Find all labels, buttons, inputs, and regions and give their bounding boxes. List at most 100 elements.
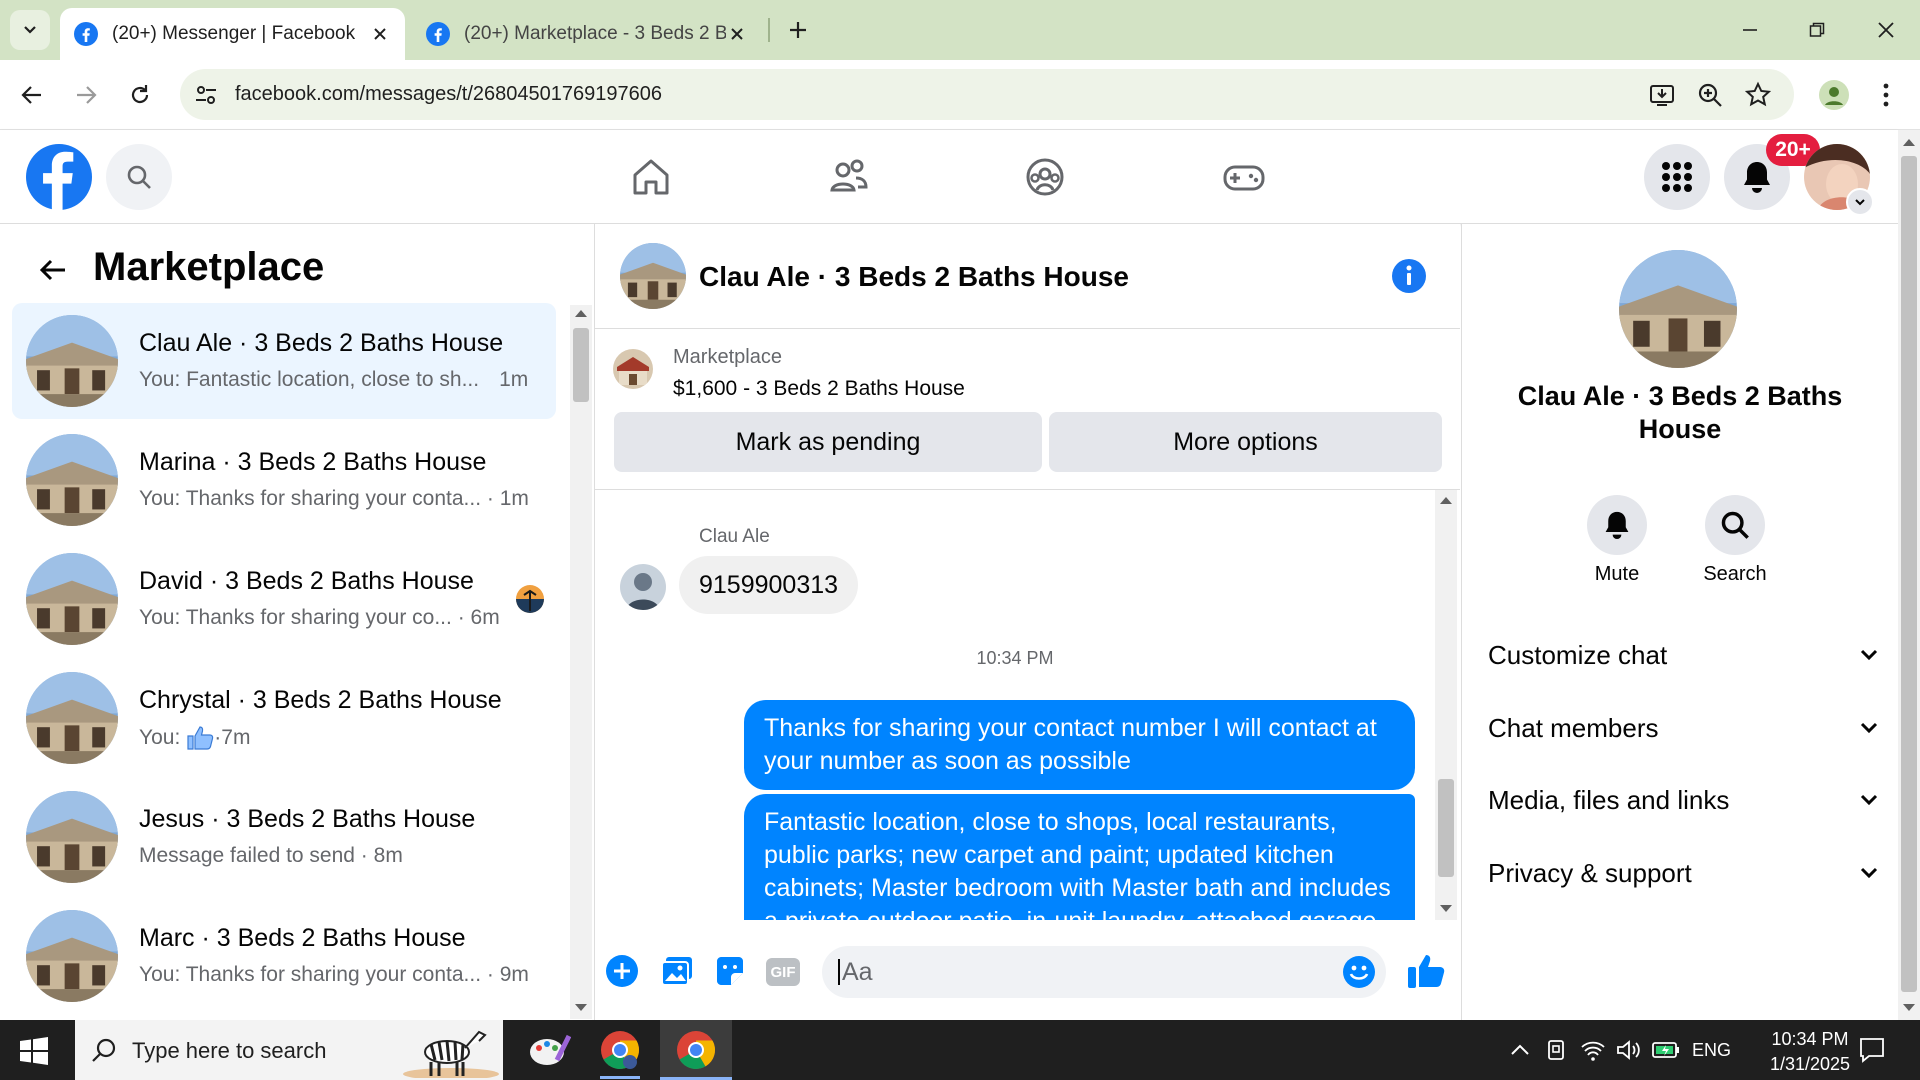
facebook-search-button[interactable] (106, 144, 172, 210)
chevron-down-icon (24, 26, 36, 34)
battery-icon[interactable] (1652, 1040, 1680, 1060)
start-button[interactable] (20, 1037, 48, 1065)
scroll-up-arrow-icon[interactable] (1903, 139, 1915, 146)
arrow-right-icon (77, 86, 97, 104)
listing-thumbnail[interactable] (613, 349, 653, 389)
conversation-item[interactable]: Clau Ale · 3 Beds 2 Baths House You: Fan… (12, 303, 556, 419)
incoming-message-bubble[interactable]: 9159900313 (679, 556, 859, 614)
more-options-button[interactable]: More options (1049, 412, 1442, 472)
nav-groups[interactable] (1024, 156, 1066, 198)
minimize-window-button[interactable] (1730, 14, 1770, 46)
facebook-favicon-icon (426, 22, 450, 46)
listing-price-title[interactable]: $1,600 - 3 Beds 2 Baths House (673, 377, 965, 401)
conversation-preview: You: Fantastic location, close to sh... 1… (139, 368, 529, 391)
meet-now-icon[interactable] (1544, 1038, 1568, 1062)
url-text: facebook.com/messages/t/2680450176919760… (235, 83, 662, 105)
taskbar-chrome-profile[interactable] (600, 1030, 640, 1070)
customize-chat-section[interactable]: Customize chat (1488, 625, 1878, 685)
details-avatar[interactable] (1619, 250, 1737, 368)
tab-marketplace[interactable]: (20+) Marketplace - 3 Beds 2 Baths (412, 8, 762, 60)
tab-messenger[interactable]: (20+) Messenger | Facebook (60, 8, 405, 60)
chat-title[interactable]: Clau Ale · 3 Beds 2 Baths House (699, 261, 1129, 293)
forward-button[interactable] (70, 79, 102, 111)
scroll-up-arrow-icon[interactable] (1440, 497, 1452, 504)
plus-circle-icon (606, 955, 638, 987)
mute-button[interactable] (1587, 495, 1647, 555)
listing-avatar (26, 672, 118, 764)
site-info-icon[interactable] (193, 82, 219, 108)
nav-home[interactable] (630, 156, 672, 198)
send-like-button[interactable] (1406, 952, 1446, 990)
search-icon (1721, 511, 1749, 539)
conversation-item[interactable]: Marina · 3 Beds 2 Baths House You: Thank… (12, 422, 556, 538)
message-input-field[interactable]: Aa (822, 946, 1386, 998)
wifi-icon[interactable] (1580, 1038, 1606, 1062)
scroll-up-arrow-icon[interactable] (575, 310, 587, 317)
gaming-icon (1223, 165, 1265, 191)
taskbar-search-box[interactable]: Type here to search (75, 1020, 503, 1080)
outgoing-message-bubble[interactable]: Fantastic location, close to shops, loca… (744, 794, 1415, 920)
search-in-conversation-button[interactable] (1705, 495, 1765, 555)
arrow-left-icon (39, 259, 65, 281)
account-dropdown[interactable] (1846, 188, 1874, 216)
gif-button[interactable]: GIF (766, 958, 800, 986)
more-actions-button[interactable] (605, 954, 639, 988)
restore-window-button[interactable] (1797, 14, 1837, 46)
message-scrollbar-thumb[interactable] (1438, 779, 1454, 877)
conversation-item[interactable]: David · 3 Beds 2 Baths House You: Thanks… (12, 541, 556, 657)
nav-gaming[interactable] (1222, 156, 1266, 198)
input-language[interactable]: ENG (1692, 1040, 1731, 1061)
conversation-item[interactable]: Marc · 3 Beds 2 Baths House You: Thanks … (12, 898, 556, 1014)
system-clock[interactable]: 10:34 PM 1/31/2025 (1750, 1027, 1870, 1077)
taskbar-paint-app[interactable] (527, 1030, 571, 1070)
install-app-icon[interactable] (1648, 81, 1676, 109)
profile-icon[interactable] (1818, 79, 1850, 111)
section-label: Chat members (1488, 712, 1659, 743)
taskbar-chrome-active[interactable] (660, 1020, 732, 1080)
conversation-info-button[interactable] (1391, 258, 1427, 294)
privacy-support-section[interactable]: Privacy & support (1488, 843, 1878, 903)
new-tab-button[interactable] (782, 14, 814, 46)
sender-avatar[interactable] (620, 564, 666, 610)
scroll-down-arrow-icon[interactable] (1440, 905, 1452, 912)
listing-avatar (26, 315, 118, 407)
page-scrollbar-thumb[interactable] (1901, 156, 1917, 992)
conversation-item[interactable]: Chrystal · 3 Beds 2 Baths House You: · 7… (12, 660, 556, 776)
conversation-name: Marina · 3 Beds 2 Baths House (139, 448, 487, 476)
zoom-icon[interactable] (1696, 81, 1724, 109)
notification-center-button[interactable] (1858, 1036, 1886, 1064)
nav-friends[interactable] (828, 156, 870, 198)
chat-list-scrollbar-thumb[interactable] (573, 328, 589, 402)
bell-icon (1605, 511, 1629, 539)
attach-photo-button[interactable] (660, 955, 694, 987)
chat-avatar[interactable] (620, 243, 686, 309)
emoji-button[interactable] (1342, 955, 1376, 989)
scroll-down-arrow-icon[interactable] (1903, 1004, 1915, 1011)
media-files-links-section[interactable]: Media, files and links (1488, 770, 1878, 830)
close-tab-button[interactable] (726, 23, 748, 45)
tab-search-button[interactable] (10, 10, 50, 50)
chat-list-scrollbar[interactable] (570, 305, 592, 1019)
show-hidden-icons-button[interactable] (1508, 1038, 1532, 1062)
sticker-button[interactable] (713, 955, 747, 987)
listing-avatar (26, 791, 118, 883)
close-tab-button[interactable] (369, 23, 391, 45)
conversation-item[interactable]: Jesus · 3 Beds 2 Baths House Message fai… (12, 779, 556, 895)
volume-icon[interactable] (1616, 1038, 1642, 1062)
back-button[interactable] (16, 79, 48, 111)
bookmark-star-icon[interactable] (1744, 81, 1772, 109)
reload-button[interactable] (124, 79, 156, 111)
scroll-down-arrow-icon[interactable] (575, 1004, 587, 1011)
close-window-button[interactable] (1866, 14, 1906, 46)
mark-as-pending-button[interactable]: Mark as pending (614, 412, 1042, 472)
chat-members-section[interactable]: Chat members (1488, 698, 1878, 758)
menu-button[interactable] (1644, 144, 1710, 210)
minimize-icon (1743, 29, 1757, 31)
outgoing-message-bubble[interactable]: Thanks for sharing your contact number I… (744, 700, 1415, 790)
browser-menu-icon[interactable] (1876, 79, 1896, 111)
back-to-chats-button[interactable] (34, 252, 70, 288)
chevron-down-icon (1855, 199, 1865, 206)
groups-icon (1026, 158, 1064, 196)
browser-tab-strip: (20+) Messenger | Facebook (20+) Marketp… (0, 0, 1920, 60)
facebook-logo[interactable] (26, 144, 92, 210)
